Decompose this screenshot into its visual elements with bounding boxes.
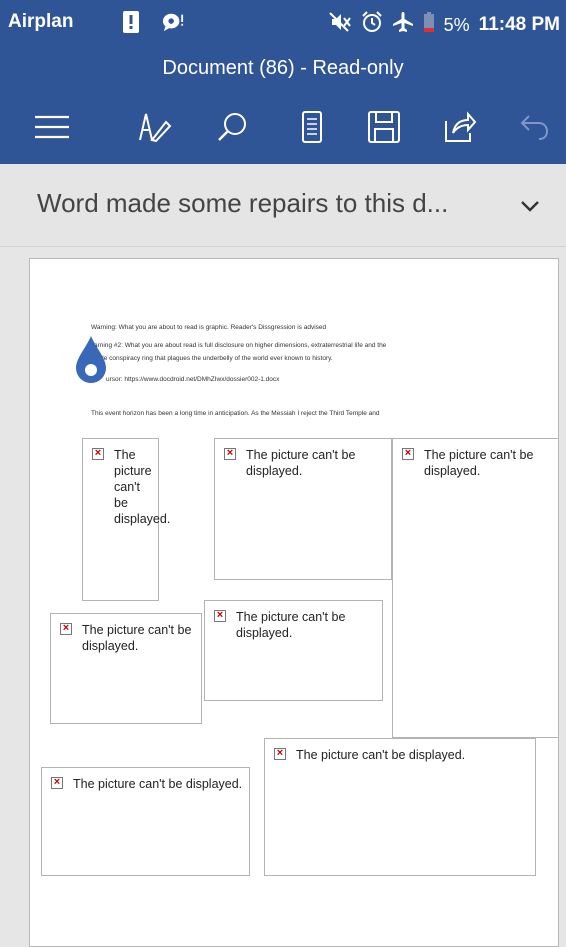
- placeholder-text: The picture can't be displayed.: [296, 748, 466, 762]
- document-title: Document (86) - Read-only: [0, 46, 566, 90]
- chat-bubble-icon: [162, 9, 184, 35]
- draw-pen-icon: [139, 113, 172, 143]
- battery-percentage: 5%: [443, 14, 470, 35]
- alert-icon: [120, 9, 142, 35]
- placeholder-text: The picture can't be displayed.: [424, 448, 534, 478]
- broken-image-icon: ×: [274, 748, 286, 760]
- image-placeholder[interactable]: × The picture can't be displayed.: [41, 767, 250, 876]
- broken-image-icon: ×: [402, 448, 414, 460]
- chevron-down-icon[interactable]: [516, 192, 544, 220]
- image-placeholder[interactable]: × The picture can't be displayed.: [82, 438, 171, 601]
- share-button[interactable]: [440, 107, 480, 147]
- search-icon: [218, 113, 246, 141]
- save-icon: [368, 111, 400, 143]
- doc-text-line: arning #2: What you are about read is fu…: [94, 342, 387, 349]
- repair-notification-banner[interactable]: Word made some repairs to this d...: [0, 164, 566, 247]
- image-placeholder[interactable]: × The picture can't be displayed.: [264, 738, 536, 876]
- placeholder-text: The picture can't be displayed.: [82, 623, 192, 653]
- doc-text-line: ursor: https://www.docdroid.net/DMhZIwx/…: [106, 376, 280, 383]
- doc-text-line: This event horizon has been a long time …: [91, 410, 380, 417]
- status-bar: Airplan 5% 11:48 PM: [0, 0, 566, 46]
- undo-icon: [520, 115, 549, 140]
- broken-image-icon: ×: [92, 448, 104, 460]
- document-page[interactable]: Warning: What you are about to read is g…: [29, 258, 559, 947]
- broken-image-icon: ×: [60, 623, 72, 635]
- placeholder-text: The picture can't be displayed.: [236, 610, 346, 640]
- image-placeholder[interactable]: × The picture can't be displayed.: [214, 438, 392, 580]
- search-button[interactable]: [212, 107, 252, 147]
- text-cursor-handle[interactable]: [74, 334, 108, 384]
- placeholder-text: The picture can't be displayed.: [114, 448, 171, 526]
- alarm-icon: [361, 11, 383, 39]
- save-button[interactable]: [364, 107, 404, 147]
- broken-image-icon: ×: [224, 448, 236, 460]
- image-placeholder[interactable]: × The picture can't be displayed.: [50, 613, 202, 724]
- doc-text-line: Warning: What you are about to read is g…: [91, 324, 327, 331]
- draw-button[interactable]: [134, 107, 174, 147]
- airplane-icon: [392, 11, 414, 39]
- placeholder-text: The picture can't be displayed.: [73, 777, 243, 791]
- broken-image-icon: ×: [214, 610, 226, 622]
- image-placeholder[interactable]: × The picture can't be displayed.: [204, 600, 383, 701]
- menu-button[interactable]: [32, 107, 72, 147]
- mobile-view-icon: [302, 111, 322, 143]
- toolbar: [0, 90, 566, 164]
- battery-icon: [423, 11, 435, 39]
- clock: 11:48 PM: [478, 14, 560, 35]
- broken-image-icon: ×: [51, 777, 63, 789]
- mute-icon: [328, 11, 352, 39]
- image-placeholder[interactable]: × The picture can't be displayed.: [392, 438, 558, 738]
- menu-icon: [35, 115, 69, 139]
- repair-message: Word made some repairs to this d...: [37, 188, 449, 218]
- carrier-label: Airplan: [8, 11, 74, 32]
- placeholder-text: The picture can't be displayed.: [246, 448, 356, 478]
- share-icon: [445, 111, 477, 142]
- mobile-view-button[interactable]: [292, 107, 332, 147]
- doc-text-line: t vile conspiracy ring that plagues the …: [94, 355, 333, 362]
- undo-button[interactable]: [514, 107, 554, 147]
